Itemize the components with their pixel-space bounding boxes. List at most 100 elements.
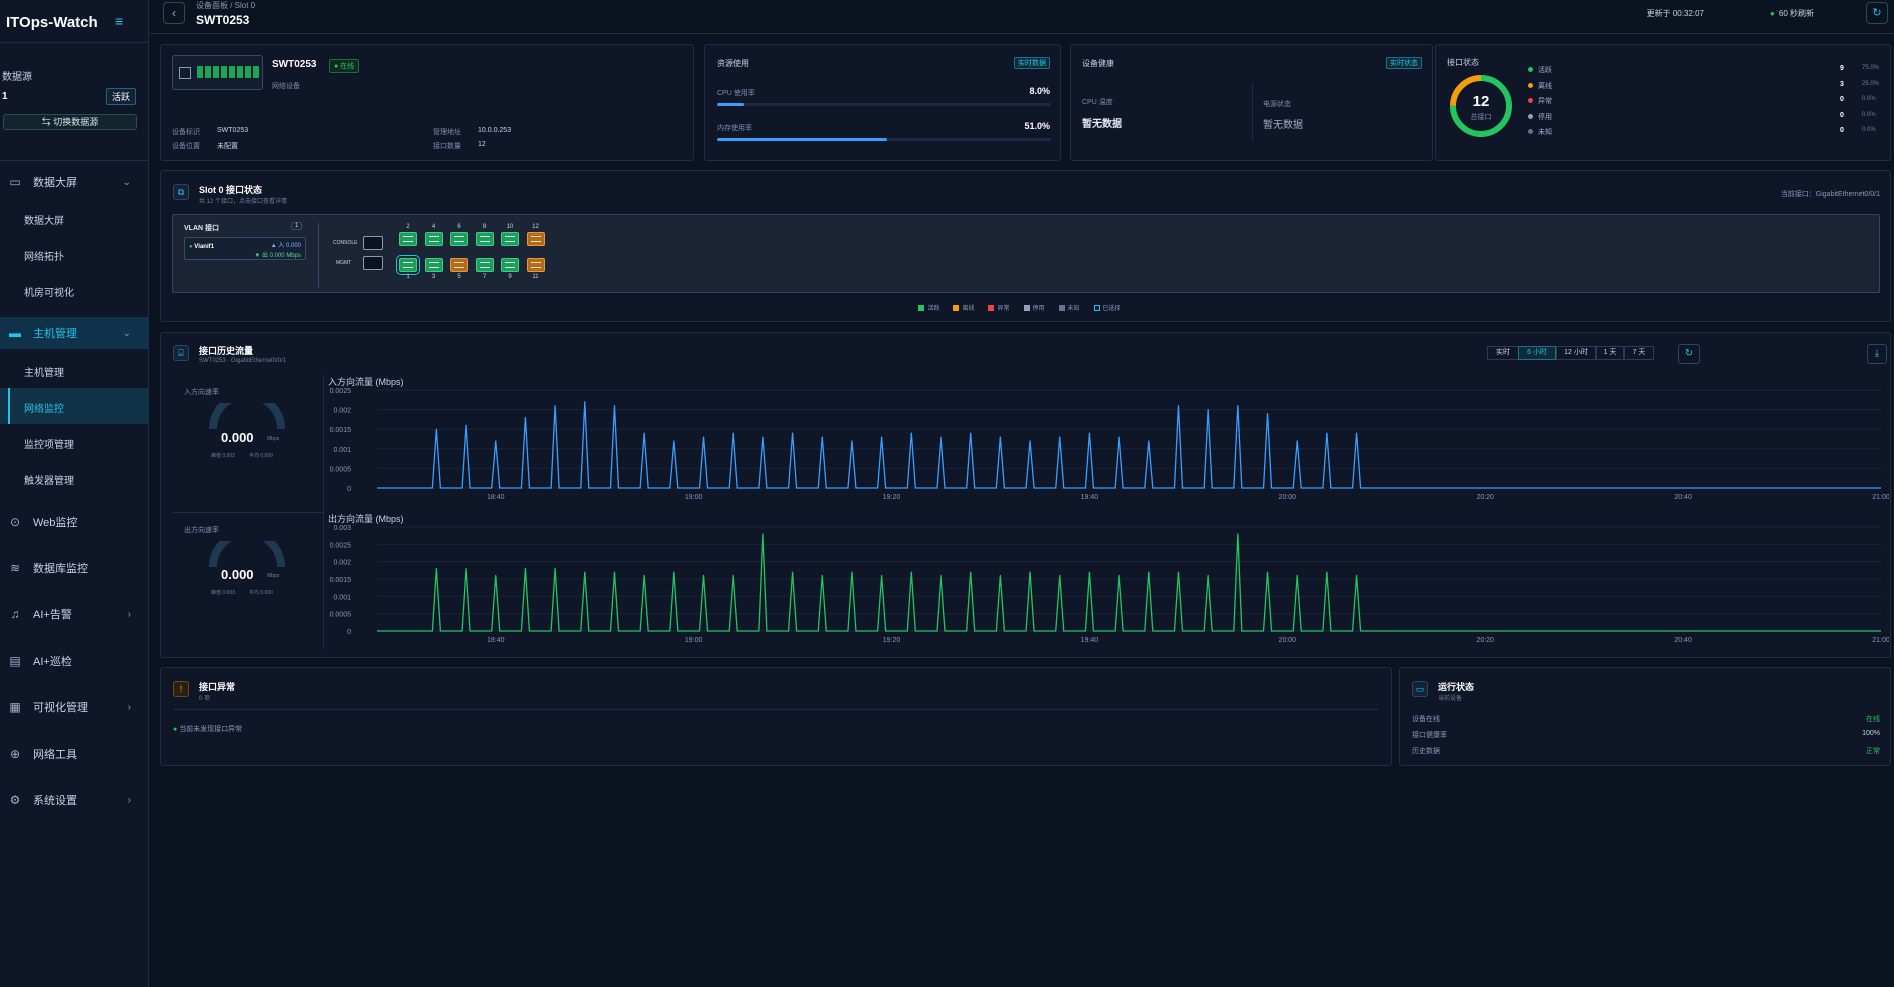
- port-number: 12: [532, 224, 539, 230]
- legend-swatch: [1093, 305, 1100, 312]
- nav-item-ai-inspect[interactable]: ▤ AI+巡检: [0, 645, 149, 677]
- console-port[interactable]: [363, 236, 383, 250]
- runtime-value: 正常: [1866, 748, 1880, 755]
- port-1[interactable]: [396, 255, 420, 275]
- inbound-traffic-chart: 入方向流量 (Mbps) 0 0.0005 0.001 0.0015 0.002 0.002…: [328, 376, 1889, 501]
- sub-item-topology[interactable]: 网络拓扑: [0, 236, 149, 272]
- in-gauge-arc: [209, 403, 285, 430]
- port-4[interactable]: [424, 232, 443, 246]
- chart-refresh-button[interactable]: ↻: [1678, 344, 1700, 364]
- status-dot: [1528, 98, 1533, 103]
- cpu-value: 8.0%: [1029, 86, 1050, 96]
- memory-value: 51.0%: [1024, 121, 1050, 131]
- legend-item: 离线: [953, 305, 975, 312]
- warning-icon: !: [173, 681, 189, 697]
- cpu-progress-bar: [717, 103, 1051, 106]
- x-tick-label: 21:00: [1872, 494, 1889, 501]
- gauge-panel: 入方向速率 0.000 Mbps 峰值 0.002 平均 0.000 出方向速率…: [173, 375, 324, 649]
- console-label: CONSOLE: [333, 240, 358, 246]
- port-lines: [428, 262, 439, 268]
- port-12[interactable]: [526, 232, 545, 246]
- device-name: SWT0253: [272, 59, 317, 70]
- port-5[interactable]: [450, 258, 468, 272]
- x-tick-label: 19:40: [1081, 494, 1099, 501]
- y-tick-label: 0.0005: [330, 612, 352, 619]
- nav-item-dashboard[interactable]: ▭ 数据大屏 ⌄: [0, 166, 149, 198]
- field-label: 管理地址: [433, 129, 461, 136]
- time-range-4[interactable]: 7 天: [1624, 346, 1654, 360]
- interface-status-card: 接口状态 12 总接口 活跃 9 75.0% 离线 3 25.0% 异常 0 0.0% 停用 0 0.…: [1435, 44, 1891, 161]
- x-tick-label: 20:20: [1476, 494, 1494, 501]
- legend-swatch: [1023, 305, 1030, 312]
- status-percent: 0.0%: [1862, 96, 1876, 102]
- memory-progress-fill: [717, 138, 888, 141]
- legend-item: 活跃: [918, 305, 939, 312]
- runtime-label: 设备在线: [1412, 716, 1440, 723]
- sub-label: 触发器管理: [24, 476, 74, 487]
- time-range-1[interactable]: 6 小时: [1518, 346, 1556, 360]
- online-badge: ● 在线: [329, 59, 360, 73]
- x-tick-label: 19:00: [685, 494, 703, 501]
- port-10[interactable]: [501, 232, 519, 246]
- port-6[interactable]: [450, 232, 468, 246]
- switch-device-icon: [172, 55, 263, 90]
- switch-datasource-button[interactable]: ⇆ 切换数据源: [3, 114, 137, 130]
- in-gauge-avg: 平均 0.000: [249, 453, 273, 459]
- download-button[interactable]: ⤓: [1867, 344, 1887, 364]
- mgmt-port[interactable]: [363, 256, 383, 270]
- port-number: 8: [482, 224, 487, 230]
- status-dot: [1528, 129, 1533, 134]
- nav-item-visual[interactable]: ▦ 可视化管理 ›: [0, 691, 149, 723]
- port-8[interactable]: [475, 232, 494, 246]
- nav-item-web[interactable]: ⊙ Web监控: [0, 506, 149, 538]
- status-label: 未知: [1538, 129, 1552, 136]
- gear-icon: ⚙: [9, 793, 21, 807]
- port-9[interactable]: [501, 258, 519, 272]
- status-label: 活跃: [1538, 67, 1552, 74]
- field-value: 10.0.0.253: [478, 127, 512, 134]
- slot-icon: ⧉: [173, 184, 189, 200]
- power-value: 暂无数据: [1263, 120, 1303, 131]
- refresh-interval[interactable]: 60 秒刷新: [1770, 8, 1814, 19]
- y-tick-label: 0.001: [333, 594, 351, 601]
- sub-label: 网络监控: [24, 404, 64, 415]
- x-tick-label: 20:40: [1674, 494, 1692, 501]
- port-lines: [479, 262, 490, 268]
- time-range-2[interactable]: 12 小时: [1556, 346, 1596, 360]
- online-badge-label: 在线: [340, 63, 355, 70]
- interface-total: 12: [1472, 93, 1490, 110]
- sub-item-monitor-items[interactable]: 监控项管理: [0, 424, 149, 460]
- time-range-3[interactable]: 1 天: [1596, 346, 1624, 360]
- refresh-button[interactable]: ↻: [1866, 2, 1888, 24]
- legend-label: 离线: [962, 306, 975, 312]
- topbar: ‹ 设备面板 / Slot 0 SWT0253 更新于 00:32:07 60 …: [149, 0, 1894, 34]
- nav-item-network-tools[interactable]: ⊕ 网络工具: [0, 738, 149, 770]
- vlan-out: ▼ 出 0.000 Mbps: [254, 253, 301, 259]
- port-11[interactable]: [526, 258, 545, 272]
- sub-item-network-monitor[interactable]: 网络监控: [0, 388, 149, 424]
- switch-panel: VLAN 接口 1 ● Vlanif1 ▲ 入 0.000 ▼ 出 0.000 …: [172, 214, 1880, 293]
- status-label: 异常: [1538, 98, 1552, 105]
- vlan-item[interactable]: ● Vlanif1 ▲ 入 0.000 ▼ 出 0.000 Mbps: [184, 237, 306, 260]
- hamburger-icon[interactable]: ≡: [115, 13, 123, 29]
- port-2[interactable]: [399, 232, 417, 246]
- nav-item-host[interactable]: ▬ 主机管理 ⌄: [0, 317, 149, 349]
- sub-item-host-manage[interactable]: 主机管理: [0, 352, 149, 388]
- refresh-icon: ↻: [1872, 7, 1882, 19]
- port-number: 2: [406, 224, 410, 230]
- nav-item-settings[interactable]: ⚙ 系统设置 ›: [0, 784, 149, 816]
- time-range-0[interactable]: 实时: [1487, 346, 1519, 360]
- power-label: 电源状态: [1263, 101, 1291, 108]
- field-value: SWT0253: [217, 127, 249, 134]
- sub-item-triggers[interactable]: 触发器管理: [0, 460, 149, 496]
- nav-item-database[interactable]: ≋ 数据库监控: [0, 552, 149, 584]
- back-button[interactable]: ‹: [163, 2, 185, 24]
- port-7[interactable]: [475, 258, 494, 272]
- port-3[interactable]: [424, 258, 443, 272]
- in-gauge-value: 0.000: [221, 430, 254, 445]
- nav-item-ai-alert[interactable]: ♫ AI+告警 ›: [0, 598, 149, 630]
- runtime-value: 100%: [1862, 730, 1880, 737]
- sub-item-dashboard[interactable]: 数据大屏: [0, 200, 149, 236]
- sub-item-room[interactable]: 机房可视化: [0, 272, 149, 308]
- status-count: 9: [1840, 65, 1844, 72]
